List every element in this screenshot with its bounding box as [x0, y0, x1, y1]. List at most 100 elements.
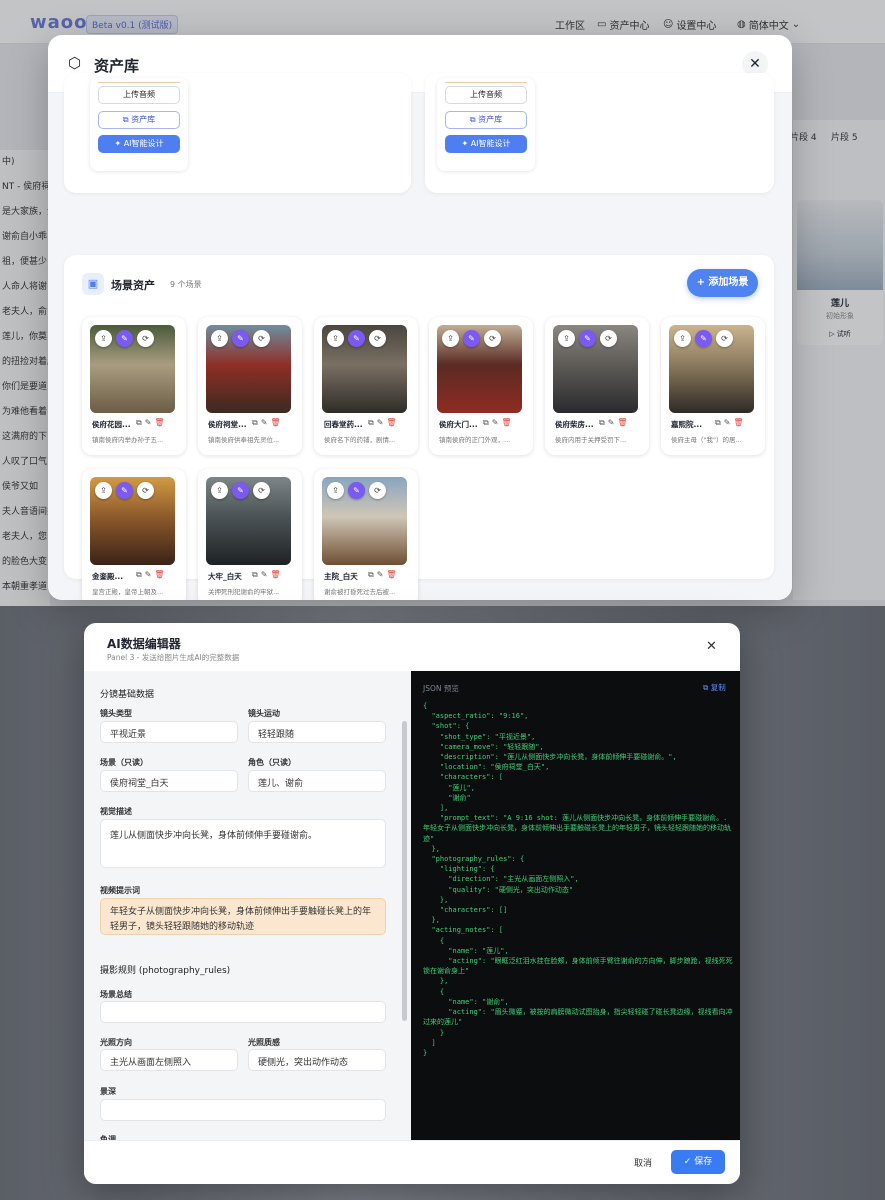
- delete-icon[interactable]: 🗑: [270, 418, 283, 427]
- upload-icon[interactable]: ⇪: [211, 482, 228, 499]
- pencil-icon[interactable]: ✎: [145, 418, 155, 427]
- refresh-icon[interactable]: ⟳: [600, 330, 617, 347]
- scene-card[interactable]: ⇪ ✎ ⟳ 主院_白天 ⧉✎🗑 谢俞被打昏死过去后被...: [314, 469, 418, 600]
- scene-thumbnail[interactable]: ⇪ ✎ ⟳: [553, 325, 638, 413]
- copy-icon[interactable]: ⧉: [136, 418, 145, 427]
- upload-icon[interactable]: ⇪: [674, 330, 691, 347]
- form-scrollbar[interactable]: [402, 721, 407, 1021]
- light-quality-input[interactable]: 硬侧光，突出动作动态: [248, 1049, 386, 1071]
- shot-type-input[interactable]: 平视近景: [100, 721, 238, 743]
- edit-icon[interactable]: ✎: [579, 330, 596, 347]
- scene-summary-input[interactable]: [100, 1001, 386, 1023]
- upload-audio-button[interactable]: 上传音频: [98, 86, 180, 104]
- delete-icon[interactable]: 🗑: [154, 418, 167, 427]
- pencil-icon[interactable]: ✎: [261, 570, 271, 579]
- upload-icon[interactable]: ⇪: [95, 482, 112, 499]
- edit-icon[interactable]: ✎: [348, 482, 365, 499]
- pencil-icon[interactable]: ✎: [377, 418, 387, 427]
- scene-card[interactable]: ⇪ ✎ ⟳ 侯府花园... ⧉✎🗑 镇南侯府内举办孙子五...: [82, 317, 186, 455]
- scene-thumbnail[interactable]: ⇪ ✎ ⟳: [322, 477, 407, 565]
- copy-icon[interactable]: ⧉: [599, 418, 608, 427]
- scene-description: 侯府内用于关押受罚下...: [555, 436, 627, 444]
- edit-icon[interactable]: ✎: [232, 482, 249, 499]
- scene-thumbnail[interactable]: ⇪ ✎ ⟳: [322, 325, 407, 413]
- delete-icon[interactable]: 🗑: [617, 418, 630, 427]
- image-icon: ▣: [82, 273, 104, 295]
- refresh-icon[interactable]: ⟳: [253, 330, 270, 347]
- scene-name: 回春堂药...: [324, 420, 363, 429]
- upload-icon[interactable]: ⇪: [95, 330, 112, 347]
- copy-button[interactable]: ⧉ 复制: [703, 682, 726, 693]
- scene-thumbnail[interactable]: ⇪ ✎ ⟳: [206, 325, 291, 413]
- depth-of-field-input[interactable]: [100, 1099, 386, 1121]
- delete-icon[interactable]: 🗑: [386, 570, 399, 579]
- scene-thumbnail[interactable]: ⇪ ✎ ⟳: [90, 325, 175, 413]
- add-scene-button[interactable]: + 添加场景: [687, 269, 758, 297]
- asset-library-button[interactable]: ⧉ 资产库: [445, 111, 527, 129]
- scene-thumbnail[interactable]: ⇪ ✎ ⟳: [669, 325, 754, 413]
- scene-thumbnail[interactable]: ⇪ ✎ ⟳: [206, 477, 291, 565]
- asset-library-button[interactable]: ⧉ 资产库: [98, 111, 180, 129]
- copy-icon[interactable]: ⧉: [483, 418, 492, 427]
- scene-input[interactable]: 侯府祠堂_白天: [100, 770, 238, 792]
- refresh-icon[interactable]: ⟳: [137, 482, 154, 499]
- roles-input[interactable]: 莲儿、谢俞: [248, 770, 386, 792]
- pencil-icon[interactable]: ✎: [145, 570, 155, 579]
- voice-card: 上传音频 ⧉ 资产库 ✦ AI智能设计: [437, 78, 535, 171]
- pencil-icon[interactable]: ✎: [724, 418, 734, 427]
- scene-card[interactable]: ⇪ ✎ ⟳ 金銮殿... ⧉✎🗑 皇宫正殿，皇帝上朝及...: [82, 469, 186, 600]
- upload-icon[interactable]: ⇪: [211, 330, 228, 347]
- scene-card[interactable]: ⇪ ✎ ⟳ 嘉熙院... ⧉✎🗑 侯府主母（"我"）的居...: [661, 317, 765, 455]
- refresh-icon[interactable]: ⟳: [716, 330, 733, 347]
- refresh-icon[interactable]: ⟳: [253, 482, 270, 499]
- camera-move-input[interactable]: 轻轻跟随: [248, 721, 386, 743]
- ai-design-button[interactable]: ✦ AI智能设计: [98, 135, 180, 153]
- close-button[interactable]: ✕: [706, 639, 717, 654]
- refresh-icon[interactable]: ⟳: [369, 482, 386, 499]
- pencil-icon[interactable]: ✎: [261, 418, 271, 427]
- refresh-icon[interactable]: ⟳: [137, 330, 154, 347]
- edit-icon[interactable]: ✎: [116, 330, 133, 347]
- copy-icon[interactable]: ⧉: [715, 418, 724, 427]
- pencil-icon[interactable]: ✎: [492, 418, 502, 427]
- scene-card[interactable]: ⇪ ✎ ⟳ 侯府祠堂... ⧉✎🗑 镇南侯府供奉祖先灵位...: [198, 317, 302, 455]
- visual-description-textarea[interactable]: 莲儿从侧面快步冲向长凳，身体前倾伸手要碰谢俞。: [100, 819, 386, 868]
- refresh-icon[interactable]: ⟳: [484, 330, 501, 347]
- scene-card[interactable]: ⇪ ✎ ⟳ 大牢_白天 ⧉✎🗑 关押死刑犯谢俞的牢狱...: [198, 469, 302, 600]
- delete-icon[interactable]: 🗑: [733, 418, 746, 427]
- scene-card[interactable]: ⇪ ✎ ⟳ 侯府柴房... ⧉✎🗑 侯府内用于关押受罚下...: [545, 317, 649, 455]
- copy-icon[interactable]: ⧉: [368, 570, 377, 579]
- edit-icon[interactable]: ✎: [232, 330, 249, 347]
- refresh-icon[interactable]: ⟳: [369, 330, 386, 347]
- delete-icon[interactable]: 🗑: [154, 570, 167, 579]
- cancel-button[interactable]: 取消: [634, 1156, 652, 1169]
- delete-icon[interactable]: 🗑: [501, 418, 514, 427]
- save-button[interactable]: ✓ 保存: [671, 1150, 725, 1174]
- upload-icon[interactable]: ⇪: [327, 482, 344, 499]
- scene-card[interactable]: ⇪ ✎ ⟳ 侯府大门... ⧉✎🗑 镇南侯府的正门外观，...: [429, 317, 533, 455]
- upload-icon[interactable]: ⇪: [558, 330, 575, 347]
- pencil-icon[interactable]: ✎: [608, 418, 618, 427]
- copy-icon[interactable]: ⧉: [368, 418, 377, 427]
- scene-thumbnail[interactable]: ⇪ ✎ ⟳: [90, 477, 175, 565]
- edit-icon[interactable]: ✎: [695, 330, 712, 347]
- edit-icon[interactable]: ✎: [116, 482, 133, 499]
- copy-icon[interactable]: ⧉: [252, 570, 261, 579]
- copy-icon[interactable]: ⧉: [136, 570, 145, 579]
- video-prompt-textarea[interactable]: 年轻女子从侧面快步冲向长凳，身体前倾伸出手要触碰长凳上的年轻男子，镜头轻轻跟随她…: [100, 898, 386, 935]
- light-direction-input[interactable]: 主光从画面左侧照入: [100, 1049, 238, 1071]
- edit-icon[interactable]: ✎: [348, 330, 365, 347]
- scene-card[interactable]: ⇪ ✎ ⟳ 回春堂药... ⧉✎🗑 侯府名下的药铺，剧情...: [314, 317, 418, 455]
- scene-thumbnail[interactable]: ⇪ ✎ ⟳: [437, 325, 522, 413]
- delete-icon[interactable]: 🗑: [386, 418, 399, 427]
- edit-icon[interactable]: ✎: [463, 330, 480, 347]
- upload-icon[interactable]: ⇪: [327, 330, 344, 347]
- copy-icon[interactable]: ⧉: [252, 418, 261, 427]
- json-preview-label: JSON 预览: [423, 684, 459, 693]
- upload-audio-button[interactable]: 上传音频: [445, 86, 527, 104]
- pencil-icon[interactable]: ✎: [377, 570, 387, 579]
- upload-icon[interactable]: ⇪: [442, 330, 459, 347]
- copy-icon: ⧉: [703, 683, 711, 692]
- delete-icon[interactable]: 🗑: [270, 570, 283, 579]
- ai-design-button[interactable]: ✦ AI智能设计: [445, 135, 527, 153]
